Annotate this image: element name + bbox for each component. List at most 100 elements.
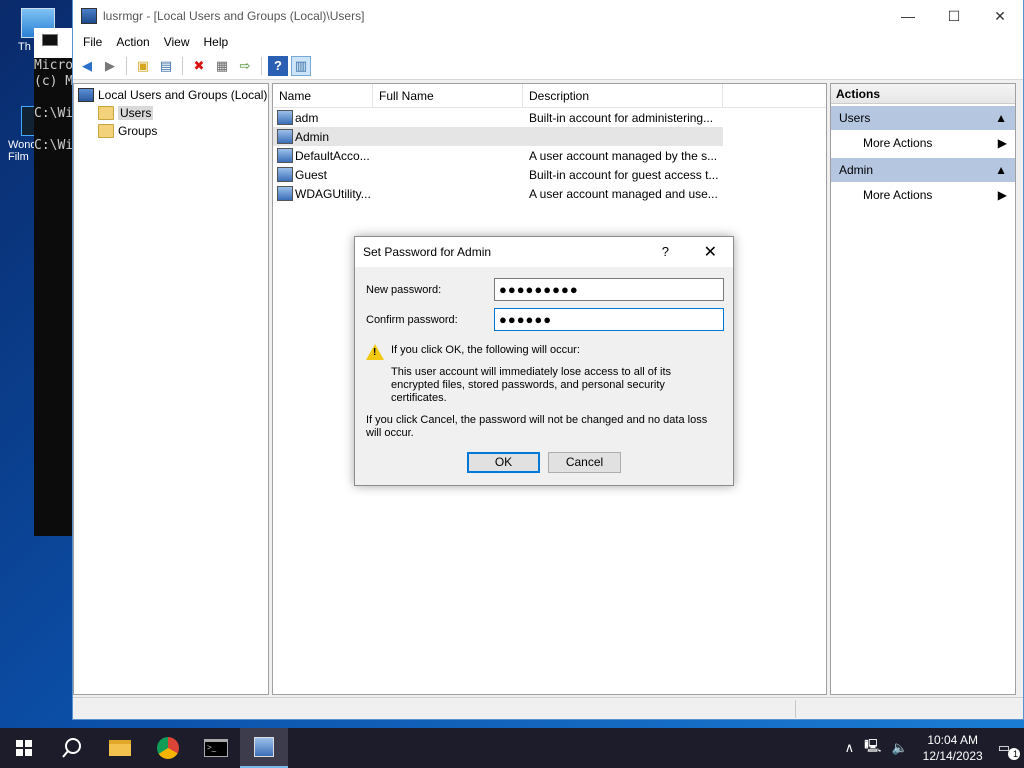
column-header-full-name[interactable]: Full Name <box>373 84 523 107</box>
actions-group-users[interactable]: Users ▲ <box>831 106 1015 130</box>
user-description: A user account managed and use... <box>529 186 718 201</box>
system-tray: ∧ 🖳 🔈 10:04 AM 12/14/2023 ▭ 1 <box>840 728 1024 768</box>
file-explorer-icon <box>109 740 131 756</box>
status-segment <box>795 700 1023 718</box>
show-action-pane-icon[interactable]: ▥ <box>291 55 311 76</box>
user-name: WDAGUtility... <box>295 186 371 201</box>
set-password-dialog: Set Password for Admin ? ✕ New password:… <box>354 236 734 486</box>
user-name: Admin <box>295 129 330 144</box>
close-button[interactable]: ✕ <box>977 0 1023 32</box>
list-row[interactable]: Admin <box>273 127 723 146</box>
volume-muted-icon[interactable]: 🔈 <box>886 740 912 756</box>
taskbar: >_ ∧ 🖳 🔈 10:04 AM 12/14/2023 ▭ 1 <box>0 728 1024 768</box>
toolbar: ◀ ▶ ▣ ▤ ✖ ▦ ⇨ ? ▥ <box>73 52 1023 80</box>
submenu-arrow-icon: ▶ <box>997 188 1007 202</box>
export-list-icon[interactable]: ⇨ <box>235 56 255 76</box>
user-description: Built-in account for guest access t... <box>529 167 719 182</box>
toolbar-separator <box>126 56 127 75</box>
help-icon[interactable]: ? <box>268 55 288 76</box>
user-icon <box>277 148 293 163</box>
menu-view[interactable]: View <box>157 35 197 49</box>
actions-group-admin[interactable]: Admin ▲ <box>831 158 1015 182</box>
cmd-taskbar-icon: >_ <box>204 739 228 757</box>
folder-icon <box>98 106 114 120</box>
taskbar-cmd[interactable]: >_ <box>192 728 240 768</box>
title-bar[interactable]: lusrmgr - [Local Users and Groups (Local… <box>73 0 1023 32</box>
dialog-title: Set Password for Admin <box>363 245 492 259</box>
cmd-line <box>34 90 74 106</box>
new-password-field[interactable]: ●●●●●●●●● <box>494 278 724 301</box>
cmd-window[interactable]: Micro (c) M C:\Wi C:\Wi <box>34 28 74 536</box>
new-password-label: New password: <box>366 283 442 296</box>
collapse-icon[interactable]: ▲ <box>995 106 1007 130</box>
user-icon <box>277 167 293 182</box>
confirm-password-label: Confirm password: <box>366 313 458 326</box>
clock-time: 10:04 AM <box>927 733 979 747</box>
action-label: More Actions <box>863 188 933 202</box>
taskbar-chrome[interactable] <box>144 728 192 768</box>
maximize-button[interactable]: ☐ <box>931 0 977 32</box>
delete-icon[interactable]: ✖ <box>189 56 209 76</box>
list-row[interactable]: adm Built-in account for administering..… <box>273 108 826 127</box>
menu-file[interactable]: File <box>76 35 109 49</box>
cancel-note: If you click Cancel, the password will n… <box>366 414 708 439</box>
new-password-row: New password: ●●●●●●●●● <box>366 278 724 301</box>
back-arrow-icon[interactable]: ◀ <box>77 56 97 76</box>
search-icon <box>62 738 81 758</box>
dialog-close-button[interactable]: ✕ <box>704 242 717 262</box>
cmd-line: Micro <box>34 58 74 73</box>
minimize-button[interactable]: — <box>885 0 931 32</box>
windows-logo-icon <box>16 740 32 756</box>
warning-icon <box>366 344 384 360</box>
more-actions-admin[interactable]: More Actions ▶ <box>831 182 1015 208</box>
warning-heading: If you click OK, the following will occu… <box>391 344 580 356</box>
local-users-groups-icon <box>78 88 94 102</box>
show-hidden-icons-chevron-icon[interactable]: ∧ <box>840 740 860 756</box>
user-icon <box>277 110 293 125</box>
tree-item-groups[interactable]: Groups <box>74 122 268 140</box>
column-header-description[interactable]: Description <box>523 84 723 107</box>
ok-button[interactable]: OK <box>467 452 540 473</box>
menu-action[interactable]: Action <box>109 35 156 49</box>
search-button[interactable] <box>48 728 96 768</box>
up-folder-icon[interactable]: ▣ <box>133 56 153 76</box>
action-label: More Actions <box>863 136 933 150</box>
tree-item-root[interactable]: Local Users and Groups (Local) <box>74 86 268 104</box>
forward-arrow-icon[interactable]: ▶ <box>100 56 120 76</box>
status-bar <box>73 697 1023 719</box>
help-button[interactable]: ? <box>662 244 669 259</box>
lusrmgr-taskbar-icon <box>254 737 274 757</box>
cmd-line: (c) M <box>34 74 74 89</box>
dialog-title-bar[interactable]: Set Password for Admin ? ✕ <box>355 237 733 267</box>
lusrmgr-icon <box>81 8 97 24</box>
cancel-button[interactable]: Cancel <box>548 452 621 473</box>
chrome-icon <box>157 737 179 759</box>
taskbar-lusrmgr[interactable] <box>240 728 288 768</box>
collapse-icon[interactable]: ▲ <box>995 158 1007 182</box>
cmd-line: C:\Wi <box>34 106 74 121</box>
start-button[interactable] <box>0 728 48 768</box>
confirm-password-field[interactable]: ●●●●●● <box>494 308 724 331</box>
console-tree: Local Users and Groups (Local) Users Gro… <box>73 83 269 695</box>
more-actions-users[interactable]: More Actions ▶ <box>831 130 1015 156</box>
list-row[interactable]: DefaultAcco... A user account managed by… <box>273 146 826 165</box>
user-icon <box>277 186 293 201</box>
column-header-name[interactable]: Name <box>273 84 373 107</box>
tree-item-users[interactable]: Users <box>74 104 268 122</box>
toolbar-separator <box>182 56 183 75</box>
window-title: lusrmgr - [Local Users and Groups (Local… <box>103 9 365 23</box>
network-icon[interactable]: 🖳 <box>859 737 886 759</box>
confirm-password-row: Confirm password: ●●●●●● <box>366 308 724 331</box>
taskbar-file-explorer[interactable] <box>96 728 144 768</box>
tree-item-label: Local Users and Groups (Local) <box>98 88 268 102</box>
list-row[interactable]: WDAGUtility... A user account managed an… <box>273 184 826 203</box>
menu-help[interactable]: Help <box>197 35 236 49</box>
toolbar-separator <box>261 56 262 75</box>
user-name: Guest <box>295 167 328 182</box>
show-hide-tree-icon[interactable]: ▤ <box>156 56 176 76</box>
list-row[interactable]: Guest Built-in account for guest access … <box>273 165 826 184</box>
clock[interactable]: 10:04 AM 12/14/2023 <box>913 732 993 764</box>
notifications-icon[interactable]: ▭ 1 <box>993 740 1024 760</box>
tree-item-label: Users <box>118 106 154 120</box>
properties-icon[interactable]: ▦ <box>212 56 232 76</box>
